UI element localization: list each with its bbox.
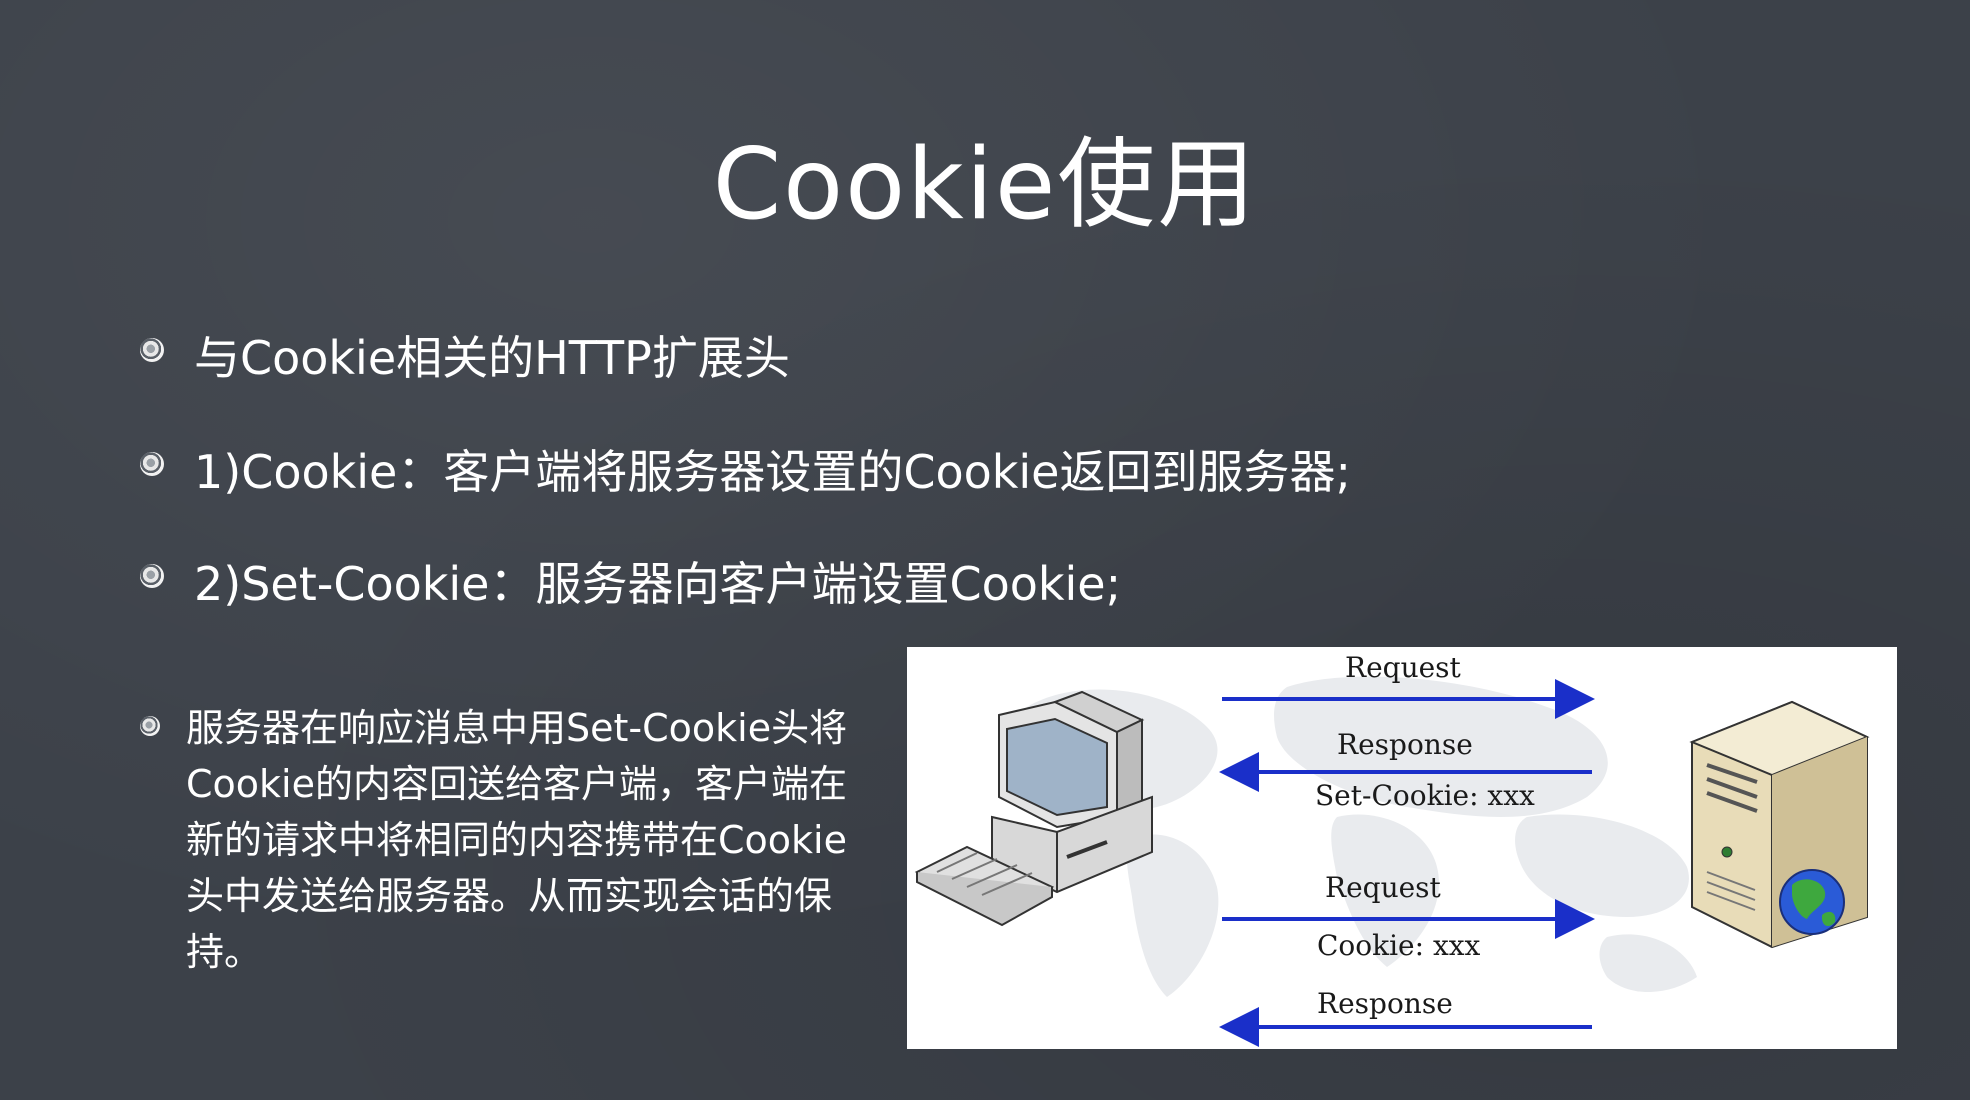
bullet-cookie-header: 1)Cookie：客户端将服务器设置的Cookie返回到服务器; [140,436,1351,502]
request-label-1: Request [1345,651,1462,684]
bullet-icon [140,452,164,476]
bullet-session-explanation: 服务器在响应消息中用Set-Cookie头将Cookie的内容回送给客户端，客户… [140,700,880,980]
bullet-text: 与Cookie相关的HTTP扩展头 [194,331,790,385]
set-cookie-label: Set-Cookie: xxx [1315,779,1535,812]
cookie-label: Cookie: xxx [1317,929,1481,962]
cookie-flow-diagram: Request Response Set-Cookie: xxx Request… [907,647,1897,1049]
request-label-2: Request [1325,871,1442,904]
bullet-icon [140,564,164,588]
bullet-icon [140,338,164,362]
bullet-text: 2)Set-Cookie：服务器向客户端设置Cookie; [194,557,1122,611]
slide: Cookie使用 与Cookie相关的HTTP扩展头 1)Cookie：客户端将… [0,0,1970,1100]
bullet-http-headers: 与Cookie相关的HTTP扩展头 [140,322,790,388]
cookie-flow-svg: Request Response Set-Cookie: xxx Request… [914,651,1870,1047]
response-label-1: Response [1337,728,1473,761]
globe-icon [1779,869,1845,935]
response-label-2: Response [1317,987,1453,1020]
bullet-text: 服务器在响应消息中用Set-Cookie头将Cookie的内容回送给客户端，客户… [186,706,848,974]
slide-title: Cookie使用 [712,128,1258,242]
bullet-icon [140,716,160,736]
desktop-computer-icon [914,690,1153,927]
bullet-text: 1)Cookie：客户端将服务器设置的Cookie返回到服务器; [194,445,1351,499]
bullet-set-cookie-header: 2)Set-Cookie：服务器向客户端设置Cookie; [140,548,1121,614]
